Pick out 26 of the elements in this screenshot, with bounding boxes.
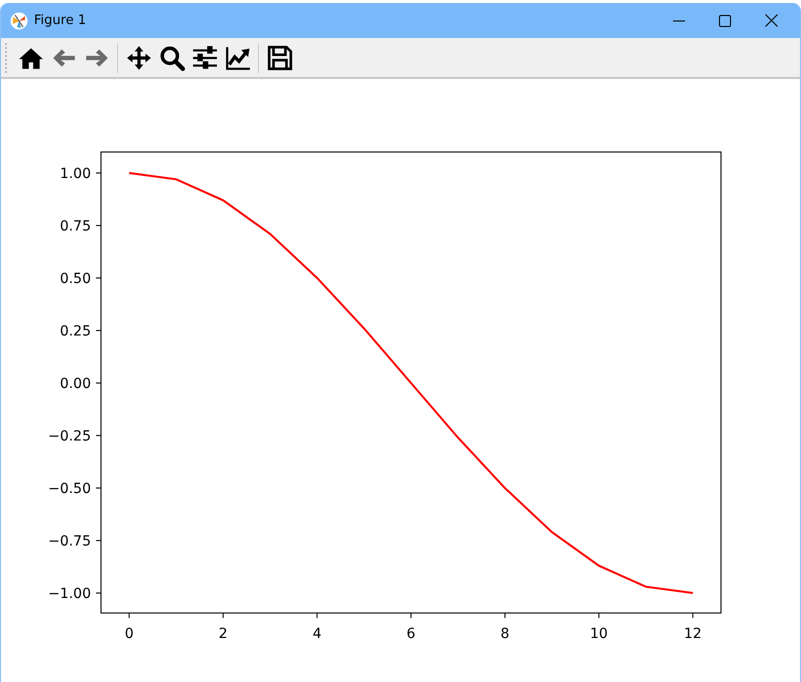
app-logo-icon	[10, 12, 28, 30]
window-title: Figure 1	[34, 13, 88, 28]
close-icon	[764, 14, 778, 27]
save-icon	[266, 44, 292, 70]
search-icon	[158, 44, 184, 70]
x-tick-label: 10	[590, 626, 608, 642]
x-tick-label: 12	[684, 626, 702, 642]
y-tick-label: 0.75	[60, 218, 91, 234]
y-tick-label: −0.75	[48, 534, 91, 550]
move-icon	[126, 44, 152, 70]
sliders-icon	[192, 44, 218, 70]
y-tick-label: −0.50	[48, 481, 91, 498]
y-tick-label: 0.00	[60, 376, 91, 392]
x-tick-label: 8	[500, 626, 510, 642]
x-tick-label: 4	[312, 626, 322, 642]
x-tick-label: 2	[218, 626, 228, 642]
x-tick-label: 0	[124, 626, 134, 642]
y-tick-label: 1.00	[60, 166, 91, 182]
minimize-icon	[673, 20, 685, 22]
line-chart-icon	[224, 44, 250, 70]
x-tick-label: 6	[406, 626, 416, 642]
y-tick-label: −0.25	[48, 428, 91, 445]
y-tick-label: −1.00	[48, 586, 91, 602]
maximize-icon	[719, 14, 731, 26]
y-tick-label: 0.25	[60, 324, 91, 340]
y-tick-label: 0.50	[60, 271, 91, 288]
